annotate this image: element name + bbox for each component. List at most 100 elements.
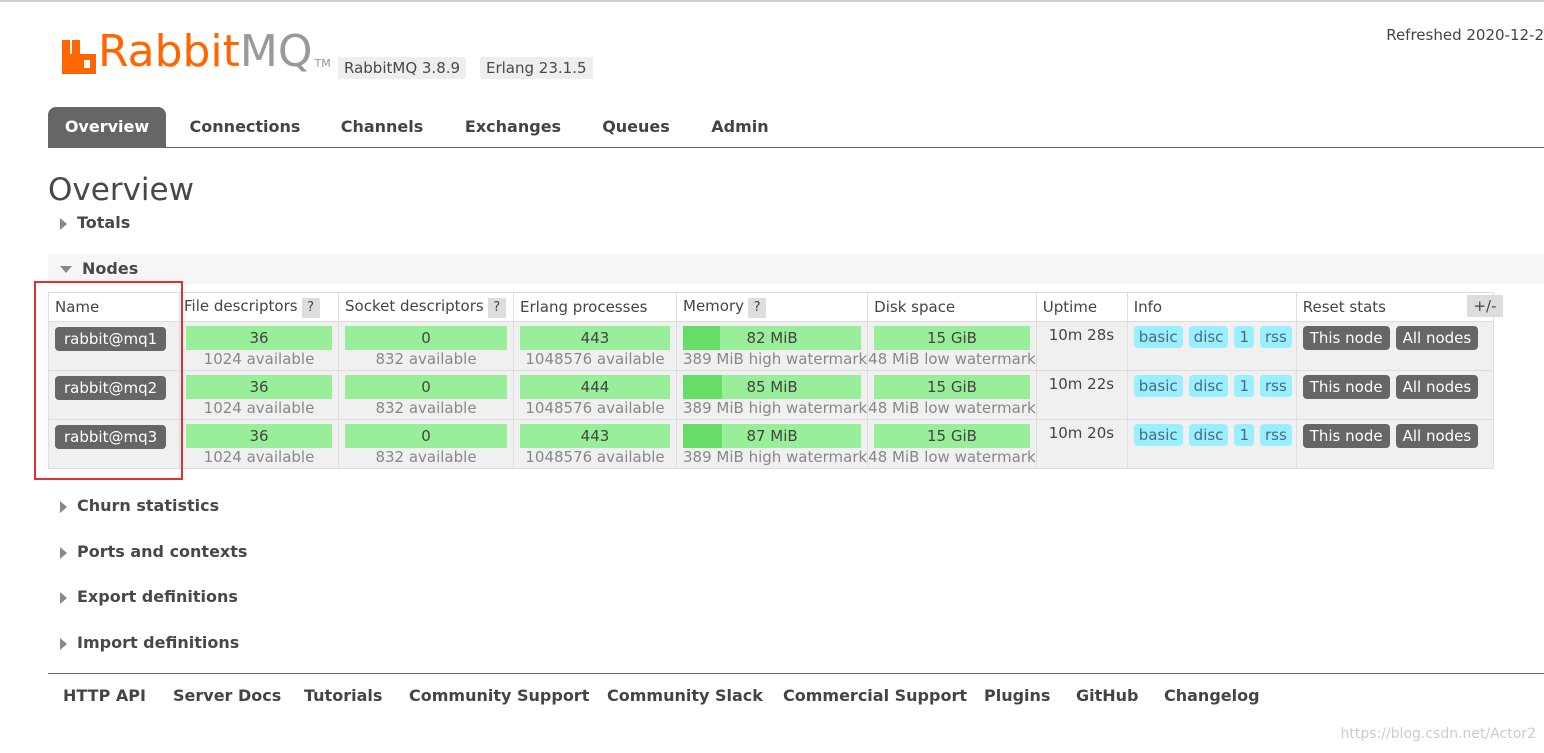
col-memory: Memory?: [675, 292, 869, 322]
col-file-descriptors: File descriptors?: [179, 292, 339, 322]
help-icon[interactable]: ?: [301, 297, 320, 318]
socket-descriptors-available: 832 available: [375, 448, 477, 466]
footer-link-server-docs[interactable]: Server Docs: [173, 686, 281, 705]
memory-bar: 87 MiB: [683, 424, 862, 448]
info-badge-disc: disc: [1188, 326, 1229, 348]
disk-low-watermark: 48 MiB low watermark: [868, 448, 1036, 466]
col-info: Info: [1126, 292, 1297, 322]
file-descriptors-available: 1024 available: [203, 350, 315, 368]
reset-this-node-button[interactable]: This node: [1302, 375, 1390, 399]
expand-arrow-icon: [60, 500, 67, 513]
table-row: rabbit@mq2 36 1024 available 0 832 availab…: [48, 370, 1494, 420]
footer-link-http-api[interactable]: HTTP API: [63, 686, 146, 705]
disk-space-bar: 15 GiB: [874, 375, 1030, 399]
file-descriptors-available: 1024 available: [203, 399, 315, 417]
logo-trademark: TM: [314, 57, 331, 70]
memory-high-watermark: 389 MiB high watermark: [683, 350, 868, 368]
footer-link-changelog[interactable]: Changelog: [1164, 686, 1260, 705]
erlang-processes-available: 1048576 available: [525, 350, 665, 368]
logo-text: RabbitMQ: [98, 26, 313, 77]
section-nodes[interactable]: Nodes: [48, 254, 1544, 284]
col-disk-space: Disk space: [867, 292, 1037, 322]
section-import-definitions[interactable]: Import definitions: [48, 628, 239, 658]
col-erlang-processes: Erlang processes: [513, 292, 677, 322]
footer-link-community-slack[interactable]: Community Slack: [607, 686, 763, 705]
highlight-box: [34, 281, 183, 480]
reset-all-nodes-button[interactable]: All nodes: [1395, 326, 1479, 350]
rabbit-logo-icon: [62, 32, 96, 74]
table-row: rabbit@mq1 36 1024 available 0 832 availab…: [48, 321, 1494, 371]
erlang-processes-available: 1048576 available: [525, 399, 665, 417]
section-export-definitions[interactable]: Export definitions: [48, 582, 238, 612]
uptime-value: 10m 20s: [1048, 424, 1115, 442]
socket-descriptors-bar: 0: [345, 375, 507, 399]
erlang-processes-bar: 444: [520, 375, 670, 399]
footer-link-commercial-support[interactable]: Commercial Support: [783, 686, 967, 705]
info-badge-basic: basic: [1133, 375, 1183, 397]
rabbitmq-logo[interactable]: RabbitMQ TM: [62, 30, 331, 74]
memory-bar: 82 MiB: [683, 326, 862, 350]
reset-this-node-button[interactable]: This node: [1302, 424, 1390, 448]
reset-all-nodes-button[interactable]: All nodes: [1395, 375, 1479, 399]
watermark: https://blog.csdn.net/Actor2: [1340, 726, 1536, 742]
footer-link-tutorials[interactable]: Tutorials: [304, 686, 382, 705]
disk-low-watermark: 48 MiB low watermark: [868, 399, 1036, 417]
socket-descriptors-available: 832 available: [375, 399, 477, 417]
footer-link-github[interactable]: GitHub: [1076, 686, 1139, 705]
memory-bar-fill: [683, 424, 723, 448]
disk-space-bar: 15 GiB: [874, 424, 1030, 448]
info-badge-count: 1: [1234, 326, 1254, 348]
tab-channels[interactable]: Channels: [330, 107, 434, 147]
expand-arrow-icon: [60, 217, 67, 230]
socket-descriptors-bar: 0: [345, 424, 507, 448]
info-badge-basic: basic: [1133, 326, 1183, 348]
memory-high-watermark: 389 MiB high watermark: [683, 399, 868, 417]
page-title: Overview: [48, 172, 194, 208]
socket-descriptors-bar: 0: [345, 326, 507, 350]
tab-queues[interactable]: Queues: [592, 107, 680, 147]
socket-descriptors-available: 832 available: [375, 350, 477, 368]
main-nav: Overview Connections Channels Exchanges …: [48, 107, 1544, 148]
info-badge-rss: rss: [1259, 375, 1292, 397]
file-descriptors-bar: 36: [186, 375, 332, 399]
tab-overview[interactable]: Overview: [48, 107, 166, 147]
section-ports-and-contexts[interactable]: Ports and contexts: [48, 537, 247, 567]
file-descriptors-bar: 36: [186, 326, 332, 350]
footer-link-community-support[interactable]: Community Support: [409, 686, 589, 705]
memory-high-watermark: 389 MiB high watermark: [683, 448, 868, 466]
refreshed-timestamp: Refreshed 2020-12-2: [1386, 26, 1544, 44]
uptime-value: 10m 22s: [1048, 375, 1115, 393]
erlang-version: Erlang 23.1.5: [480, 57, 593, 79]
erlang-processes-bar: 443: [520, 326, 670, 350]
disk-low-watermark: 48 MiB low watermark: [868, 350, 1036, 368]
uptime-value: 10m 28s: [1048, 326, 1115, 344]
rabbitmq-version: RabbitMQ 3.8.9: [338, 57, 467, 79]
expand-arrow-icon: [60, 591, 67, 604]
reset-this-node-button[interactable]: This node: [1302, 326, 1390, 350]
info-badge-basic: basic: [1133, 424, 1183, 446]
info-badge-count: 1: [1234, 375, 1254, 397]
tab-admin[interactable]: Admin: [700, 107, 780, 147]
erlang-processes-available: 1048576 available: [525, 448, 665, 466]
col-reset-stats: Reset stats: [1295, 292, 1494, 322]
memory-bar: 85 MiB: [683, 375, 862, 399]
top-border: [0, 0, 1544, 2]
col-socket-descriptors: Socket descriptors?: [338, 292, 514, 322]
table-row: rabbit@mq3 36 1024 available 0 832 availab…: [48, 419, 1494, 469]
help-icon[interactable]: ?: [748, 297, 767, 318]
expand-arrow-icon: [60, 637, 67, 650]
file-descriptors-bar: 36: [186, 424, 332, 448]
col-uptime: Uptime: [1035, 292, 1128, 322]
help-icon[interactable]: ?: [487, 297, 506, 318]
footer-links: HTTP API Server Docs Tutorials Community…: [48, 673, 1544, 718]
column-toggle-button[interactable]: +/-: [1467, 295, 1503, 317]
footer-link-plugins[interactable]: Plugins: [984, 686, 1050, 705]
collapse-arrow-icon: [60, 266, 72, 273]
reset-all-nodes-button[interactable]: All nodes: [1395, 424, 1479, 448]
section-totals[interactable]: Totals: [48, 208, 130, 238]
section-churn-statistics[interactable]: Churn statistics: [48, 491, 219, 521]
tab-exchanges[interactable]: Exchanges: [454, 107, 572, 147]
memory-bar-fill: [683, 375, 723, 399]
info-badge-rss: rss: [1259, 326, 1292, 348]
tab-connections[interactable]: Connections: [180, 107, 310, 147]
